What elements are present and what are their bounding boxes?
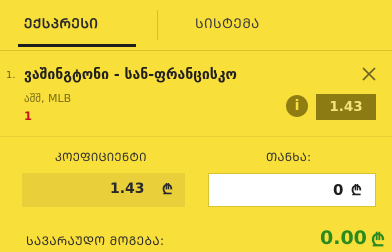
lari-icon: ₾: [162, 182, 173, 198]
potential-payout-value: 0.00: [320, 227, 367, 249]
coefficient-field: 1.43 ₾: [22, 173, 185, 207]
amount-input[interactable]: 0 ₾: [208, 173, 376, 207]
match-title: ვაშინგტონი - სან-ფრანცისკო: [24, 67, 237, 83]
bet-index: 1.: [6, 70, 16, 81]
coefficient-value: 1.43: [110, 181, 145, 197]
odds-value: 1.43: [329, 99, 363, 115]
tab-divider: [157, 10, 158, 40]
section-divider: [0, 136, 392, 137]
amount-label: ᲗᲐᲜᲮᲐ:: [266, 150, 312, 164]
bet-slip-tabs: ᲔᲥᲡᲞᲠᲔᲡᲘ ᲡᲘᲡᲢᲔᲛᲐ: [0, 0, 392, 50]
lari-icon: ₾: [351, 183, 362, 199]
active-tab-indicator: [18, 44, 136, 47]
header-divider: [0, 50, 392, 51]
potential-payout-label: ᲡᲐᲕᲐᲠᲐᲣᲓᲝ ᲛᲝᲒᲔᲑᲐ:: [26, 234, 165, 248]
lari-icon: ₾: [371, 230, 385, 251]
coefficient-label: ᲙᲝᲔᲤᲘᲪᲘᲔᲜᲢᲘ: [55, 150, 147, 164]
bet-pick: 1: [24, 109, 33, 123]
league-label: აშშ, MLB: [24, 92, 72, 105]
amount-value: 0: [333, 181, 344, 199]
tab-system[interactable]: ᲡᲘᲡᲢᲔᲛᲐ: [195, 14, 260, 32]
odds-badge: 1.43: [316, 94, 376, 120]
close-icon[interactable]: [361, 66, 377, 82]
info-icon[interactable]: i: [286, 95, 308, 117]
tab-express[interactable]: ᲔᲥᲡᲞᲠᲔᲡᲘ: [24, 14, 98, 32]
info-symbol: i: [294, 98, 300, 114]
